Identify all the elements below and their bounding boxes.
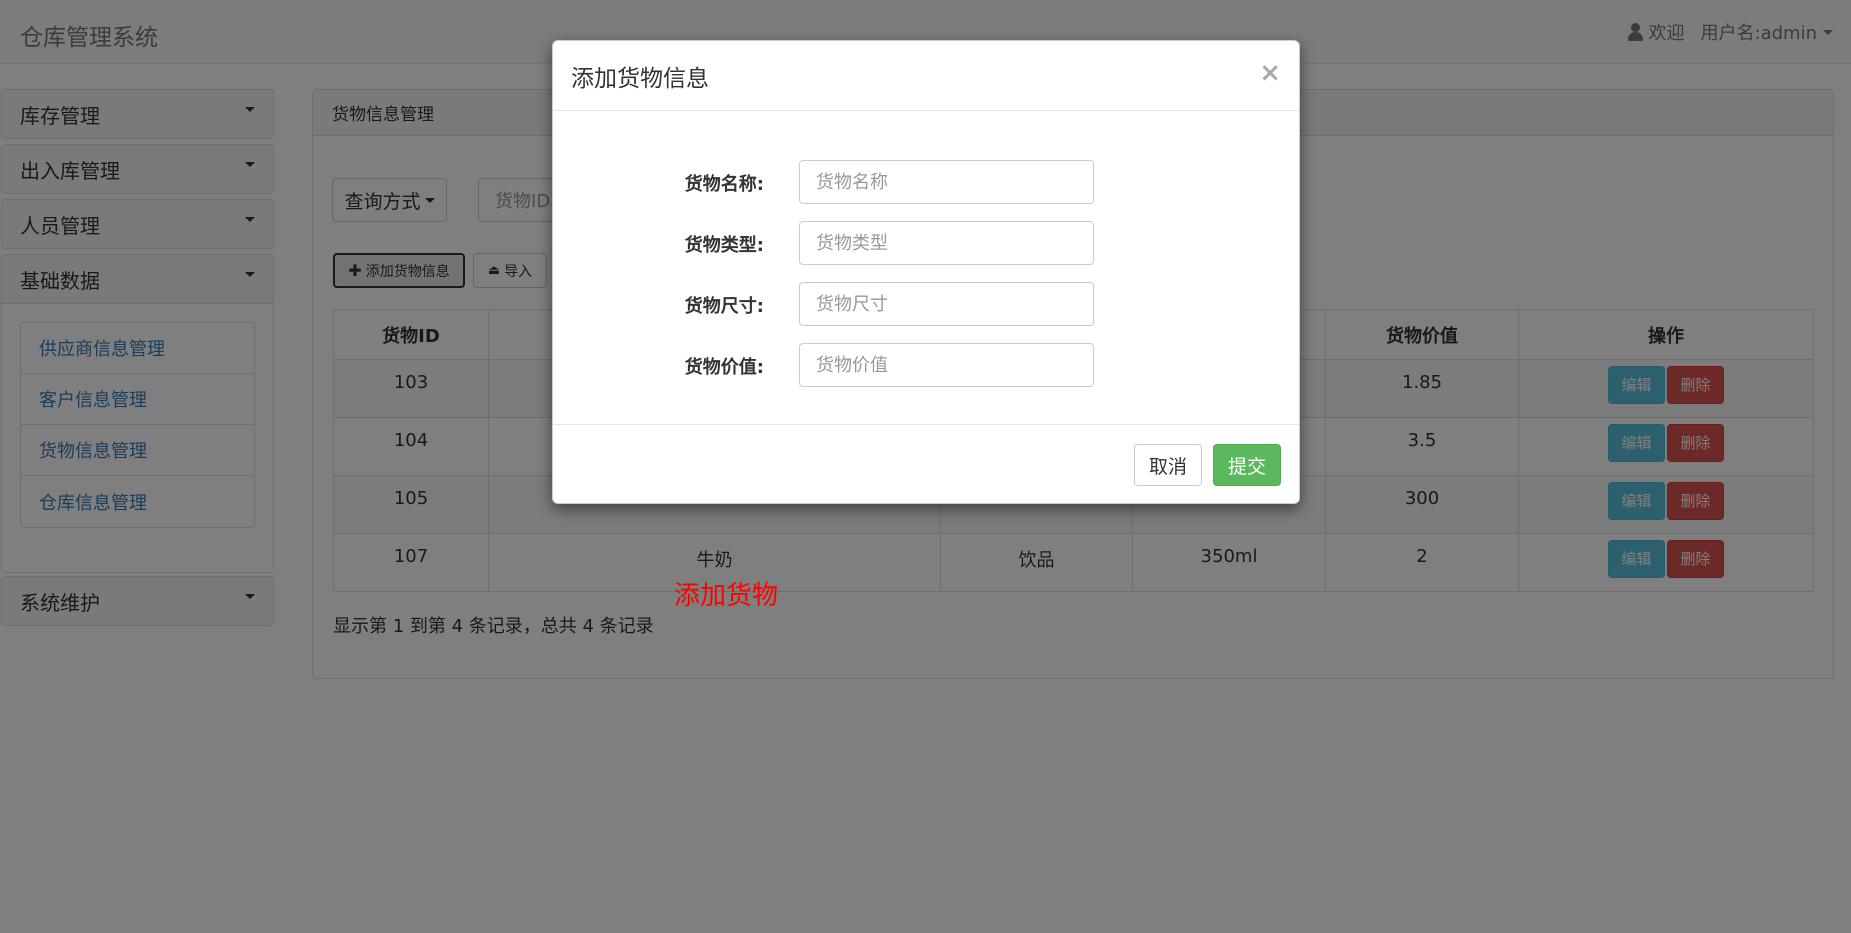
modal-footer: 取消 提交: [553, 425, 1299, 503]
form-row-type: 货物类型:: [553, 221, 1299, 265]
goods-name-label: 货物名称:: [684, 174, 764, 195]
form-row-name: 货物名称:: [553, 160, 1299, 204]
form-row-value: 货物价值:: [553, 343, 1299, 387]
add-goods-modal: 添加货物信息 × 货物名称: 货物类型: 货物尺寸: 货物价值: 取消 提交: [552, 40, 1300, 504]
goods-size-field[interactable]: [799, 282, 1094, 326]
close-icon[interactable]: ×: [1259, 58, 1281, 88]
modal-body: 货物名称: 货物类型: 货物尺寸: 货物价值:: [553, 111, 1299, 425]
goods-size-label: 货物尺寸:: [684, 296, 764, 317]
goods-value-label: 货物价值:: [684, 357, 764, 378]
annotation-text: 添加货物: [674, 581, 779, 611]
submit-button[interactable]: 提交: [1213, 444, 1281, 486]
goods-name-field[interactable]: [799, 160, 1094, 204]
cancel-button[interactable]: 取消: [1134, 444, 1202, 486]
goods-value-field[interactable]: [799, 343, 1094, 387]
goods-type-field[interactable]: [799, 221, 1094, 265]
goods-type-label: 货物类型:: [684, 235, 764, 256]
form-row-size: 货物尺寸:: [553, 282, 1299, 326]
modal-header: 添加货物信息 ×: [553, 41, 1299, 111]
modal-title: 添加货物信息: [571, 65, 709, 92]
